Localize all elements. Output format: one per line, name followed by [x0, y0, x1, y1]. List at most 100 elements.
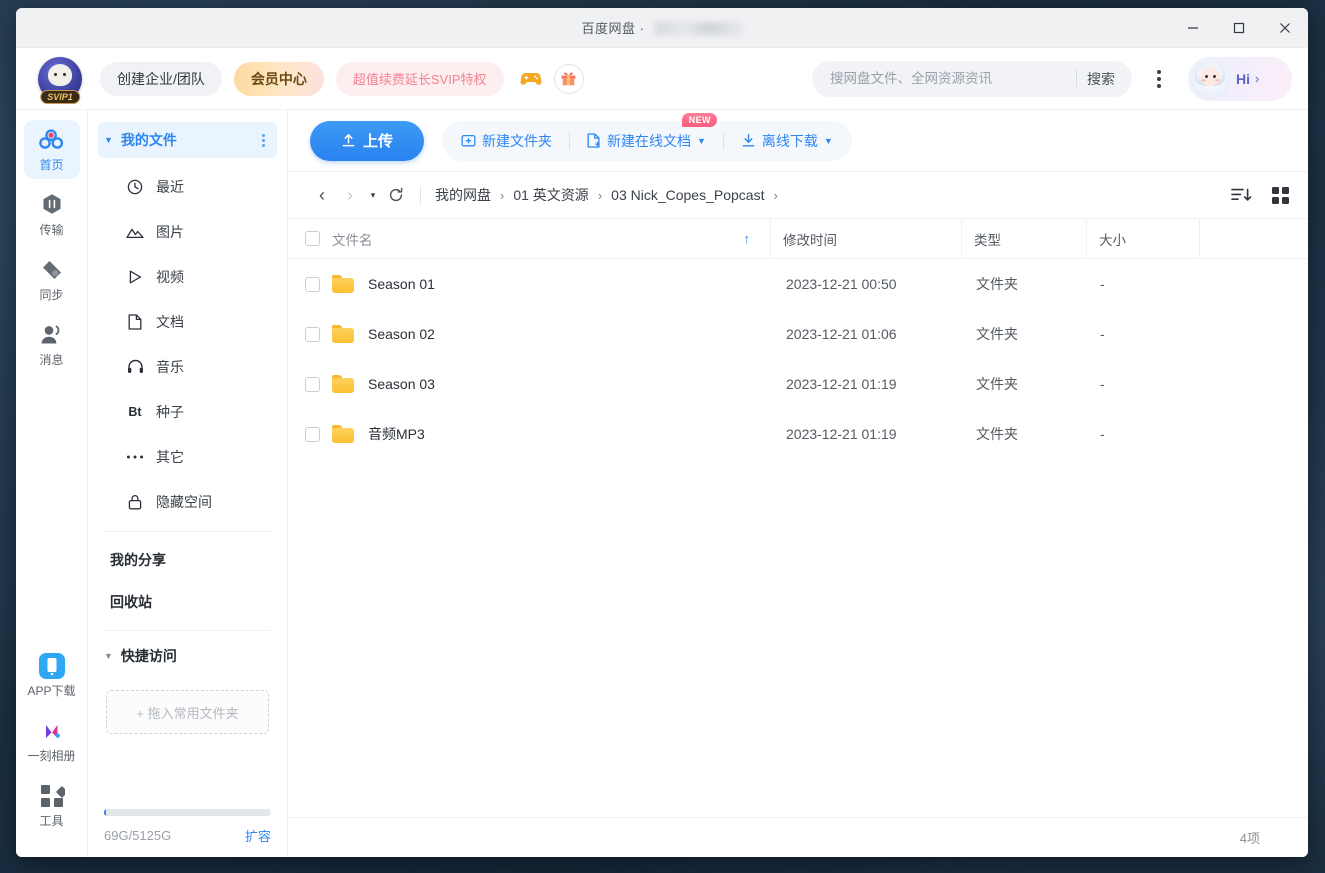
toolbar-actions-group: 新建文件夹 NEW 新建在线文档 ▼ 离线下载 ▼: [442, 121, 852, 161]
table-row[interactable]: Season 01 2023-12-21 00:50 文件夹 -: [288, 259, 1308, 309]
sidebar-item-label: 隐藏空间: [156, 492, 212, 512]
main-content: 上传 新建文件夹 NEW 新建在线文档 ▼: [288, 110, 1308, 857]
column-header-type[interactable]: 类型: [962, 229, 1086, 249]
sidebar-item-torrent[interactable]: Bt 种子: [88, 389, 287, 434]
sidebar-item-documents[interactable]: 文档: [88, 299, 287, 344]
refresh-icon[interactable]: [382, 181, 410, 209]
search-input[interactable]: [830, 71, 1066, 86]
grid-view-icon[interactable]: [1271, 186, 1290, 205]
offline-download-label: 离线下载: [762, 131, 818, 151]
cell-type: 文件夹: [964, 274, 1088, 294]
table-row[interactable]: Season 03 2023-12-21 01:19 文件夹 -: [288, 359, 1308, 409]
sidebar-item-label: 图片: [156, 222, 184, 242]
file-name: 音频MP3: [368, 424, 425, 444]
sort-list-icon[interactable]: [1231, 186, 1253, 204]
quick-access-dropzone[interactable]: + 拖入常用文件夹: [106, 690, 269, 734]
row-checkbox[interactable]: [305, 377, 320, 392]
sidebar-item-label: 视频: [156, 267, 184, 287]
maximize-button[interactable]: [1216, 8, 1262, 47]
cell-filename[interactable]: Season 01: [332, 275, 774, 293]
user-menu-button[interactable]: Hi ›: [1188, 57, 1292, 101]
minimize-button[interactable]: [1170, 8, 1216, 47]
sidebar-item-music[interactable]: 音乐: [88, 344, 287, 389]
sidebar-item-others[interactable]: 其它: [88, 434, 287, 479]
upload-button[interactable]: 上传: [310, 121, 424, 161]
new-document-icon: [587, 133, 601, 148]
sidebar-item-my-shares[interactable]: 我的分享: [88, 539, 287, 581]
vip-center-button[interactable]: 会员中心: [234, 62, 324, 96]
select-all-checkbox[interactable]: [305, 231, 320, 246]
gift-icon[interactable]: [554, 64, 584, 94]
toolbar-divider: [569, 132, 570, 150]
search-button[interactable]: 搜索: [1087, 69, 1128, 89]
header-right-group: 搜索 Hi ›: [812, 57, 1292, 101]
window-title: 百度网盘 ·: [16, 18, 1308, 37]
sidebar-item-label: 最近: [156, 177, 184, 197]
sidebar-item-hidden-space[interactable]: 隐藏空间: [88, 479, 287, 524]
rail-item-message[interactable]: 消息: [24, 315, 80, 374]
back-button[interactable]: ‹: [308, 181, 336, 209]
svip-promo-button[interactable]: 超值续费延长SVIP特权: [336, 62, 504, 96]
history-dropdown-button[interactable]: ▾: [364, 181, 382, 209]
cell-filename[interactable]: Season 03: [332, 375, 774, 393]
sidebar-item-recent[interactable]: 最近: [88, 164, 287, 209]
column-header-filename-label: 文件名: [332, 229, 373, 249]
row-select-cell: [288, 377, 332, 392]
rail-item-tools[interactable]: 工具: [24, 776, 80, 835]
breadcrumb-separator: ›: [598, 188, 602, 203]
window-controls: [1170, 8, 1308, 47]
quota-row: 69G/5125G 扩容: [104, 826, 271, 845]
cell-modified: 2023-12-21 01:06: [774, 326, 964, 342]
more-options-icon[interactable]: [1142, 62, 1176, 96]
sidebar-item-videos[interactable]: 视频: [88, 254, 287, 299]
new-folder-button[interactable]: 新建文件夹: [448, 125, 565, 157]
select-all-cell: [288, 231, 332, 246]
rail-item-photo-album[interactable]: 一刻相册: [24, 711, 80, 770]
my-files-more-icon[interactable]: [258, 130, 269, 151]
upload-icon: [341, 133, 356, 148]
search-divider: [1076, 70, 1077, 87]
forward-button[interactable]: ›: [336, 181, 364, 209]
rail-item-sync[interactable]: 同步: [24, 250, 80, 309]
file-toolbar: 上传 新建文件夹 NEW 新建在线文档 ▼: [288, 110, 1308, 172]
folder-icon: [332, 325, 354, 343]
rail-item-app-download[interactable]: APP下载: [24, 646, 80, 705]
sidebar-item-recycle-bin[interactable]: 回收站: [88, 581, 287, 623]
app-window: 百度网盘 · SVIP1 创建企业/团队 会员中心 超值续费延长SVIP特权: [16, 8, 1308, 857]
avatar-cheek-left: [1201, 79, 1206, 82]
game-controller-icon[interactable]: [516, 64, 546, 94]
row-checkbox[interactable]: [305, 277, 320, 292]
app-header: SVIP1 创建企业/团队 会员中心 超值续费延长SVIP特权: [16, 48, 1308, 110]
rail-item-label: APP下载: [27, 682, 75, 699]
sidebar-item-quick-access[interactable]: ▼ 快捷访问: [98, 638, 277, 674]
cell-modified: 2023-12-21 01:19: [774, 376, 964, 392]
breadcrumb-item-2[interactable]: 03 Nick_Copes_Popcast: [611, 187, 764, 203]
sidebar-item-my-files[interactable]: ▼ 我的文件: [98, 122, 277, 158]
video-icon: [124, 269, 146, 285]
rail-item-transfer[interactable]: 传输: [24, 185, 80, 244]
create-team-button[interactable]: 创建企业/团队: [100, 62, 222, 96]
column-header-modified[interactable]: 修改时间: [771, 229, 961, 249]
brand-avatar[interactable]: SVIP1: [38, 57, 82, 101]
breadcrumb-item-root[interactable]: 我的网盘: [435, 185, 491, 205]
table-row[interactable]: Season 02 2023-12-21 01:06 文件夹 -: [288, 309, 1308, 359]
search-box[interactable]: 搜索: [812, 61, 1132, 97]
column-header-size[interactable]: 大小: [1087, 229, 1199, 249]
new-online-doc-button[interactable]: NEW 新建在线文档 ▼: [574, 125, 719, 157]
cell-filename[interactable]: Season 02: [332, 325, 774, 343]
cell-filename[interactable]: 音频MP3: [332, 424, 774, 444]
breadcrumb-separator: ›: [500, 188, 504, 203]
sidebar-item-images[interactable]: 图片: [88, 209, 287, 254]
rail-item-home[interactable]: 首页: [24, 120, 80, 179]
column-header-filename[interactable]: 文件名 ↑: [332, 229, 770, 249]
photo-album-icon: [37, 718, 67, 744]
close-button[interactable]: [1262, 8, 1308, 47]
breadcrumb-item-1[interactable]: 01 英文资源: [513, 185, 588, 205]
rail-item-label: 消息: [39, 351, 63, 368]
cell-modified: 2023-12-21 01:19: [774, 426, 964, 442]
offline-download-button[interactable]: 离线下载 ▼: [728, 125, 846, 157]
row-checkbox[interactable]: [305, 427, 320, 442]
table-row[interactable]: 音频MP3 2023-12-21 01:19 文件夹 -: [288, 409, 1308, 459]
row-checkbox[interactable]: [305, 327, 320, 342]
expand-storage-link[interactable]: 扩容: [245, 826, 271, 845]
